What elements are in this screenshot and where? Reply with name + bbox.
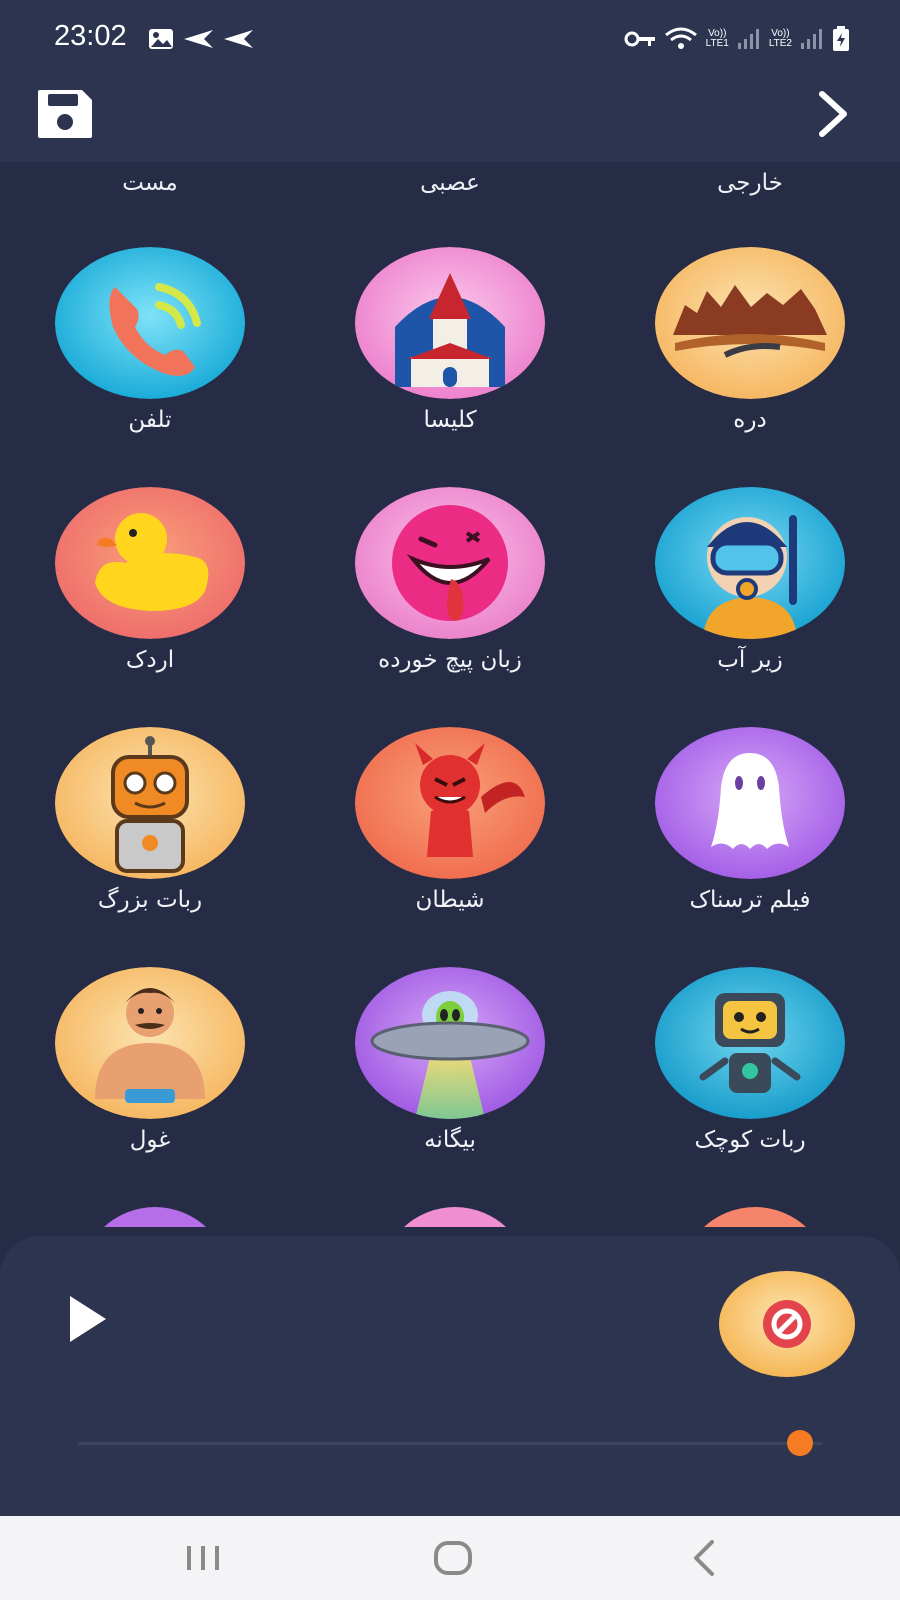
send-icon <box>184 30 213 48</box>
effect-twisted-tongue[interactable]: زبان پیچ خورده <box>320 487 580 717</box>
signal-icon <box>737 29 759 49</box>
stop-button-icon[interactable] <box>718 1270 856 1378</box>
gallery-icon <box>149 29 173 49</box>
effect-partial[interactable] <box>680 1207 830 1227</box>
effect-label: شیطان <box>415 887 485 913</box>
effect-canyon[interactable]: دره <box>620 247 880 477</box>
effect-label: کلیسا <box>423 407 477 433</box>
effect-phone[interactable]: تلفن <box>20 247 280 477</box>
sim2-label: Vo)) LTE2 <box>768 28 792 49</box>
small-robot-icon <box>655 967 845 1119</box>
effect-label: عصبی <box>420 170 480 196</box>
effect-label: ربات کوچک <box>694 1127 806 1153</box>
duck-icon <box>55 487 245 639</box>
player-panel <box>0 1236 900 1516</box>
effect-label: دره <box>733 407 767 433</box>
chevron-right-icon[interactable] <box>808 88 858 140</box>
app-bar <box>0 80 900 162</box>
signal-icon-2 <box>801 29 822 49</box>
send-icon-2 <box>224 30 253 48</box>
effect-label: ربات بزرگ <box>97 887 203 913</box>
vpn-key-icon <box>624 31 655 47</box>
effect-church[interactable]: کلیسا <box>320 247 580 477</box>
effect-underwater[interactable]: زیر آب <box>620 487 880 717</box>
effect-duck[interactable]: اردک <box>20 487 280 717</box>
wifi-icon <box>664 27 697 49</box>
sim1-label: Vo)) LTE1 <box>705 28 729 49</box>
effect-horror-film[interactable]: فیلم ترسناک <box>620 727 880 957</box>
effect-partial[interactable] <box>80 1207 230 1227</box>
home-icon[interactable] <box>424 1536 484 1580</box>
devil-icon <box>355 727 545 879</box>
slider-thumb[interactable] <box>786 1430 813 1456</box>
effect-label: بیگانه <box>424 1127 476 1153</box>
church-icon <box>355 247 545 399</box>
progress-slider[interactable] <box>78 1430 822 1456</box>
save-icon[interactable] <box>36 88 94 140</box>
effect-devil[interactable]: شیطان <box>320 727 580 957</box>
recent-apps-icon[interactable] <box>173 1536 233 1580</box>
effect-label: غول <box>129 1127 171 1153</box>
alien-ufo-icon <box>355 967 545 1119</box>
effect-label: تلفن <box>128 407 172 433</box>
back-icon[interactable] <box>676 1536 736 1580</box>
status-bar: 23:02 Vo)) LTE1 Vo)) LTE2 <box>0 0 900 80</box>
tongue-face-icon <box>355 487 545 639</box>
effect-small-robot[interactable]: ربات کوچک <box>620 967 880 1197</box>
effects-grid: خارجی عصبی مست دره کلیسا تلفن زیر آب زبا… <box>0 162 900 1227</box>
effect-label: فیلم ترسناک <box>689 887 811 913</box>
diver-icon <box>655 487 845 639</box>
big-robot-icon <box>55 727 245 879</box>
effect-giant[interactable]: غول <box>20 967 280 1197</box>
giant-icon <box>55 967 245 1119</box>
effect-label: مست <box>122 170 178 196</box>
status-time: 23:02 <box>54 20 127 52</box>
effect-alien[interactable]: بیگانه <box>320 967 580 1197</box>
effect-label: اردک <box>125 647 175 673</box>
ghost-icon <box>655 727 845 879</box>
effect-big-robot[interactable]: ربات بزرگ <box>20 727 280 957</box>
effect-partial[interactable] <box>380 1207 530 1227</box>
battery-icon <box>833 26 849 51</box>
top-row-labels: خارجی عصبی مست <box>0 170 900 210</box>
phone-icon <box>55 247 245 399</box>
effect-label: زیر آب <box>717 647 783 673</box>
play-icon[interactable] <box>66 1294 110 1344</box>
effect-label: زبان پیچ خورده <box>378 647 522 673</box>
effect-label: خارجی <box>717 170 783 196</box>
canyon-icon <box>655 247 845 399</box>
system-nav-bar <box>0 1516 900 1600</box>
